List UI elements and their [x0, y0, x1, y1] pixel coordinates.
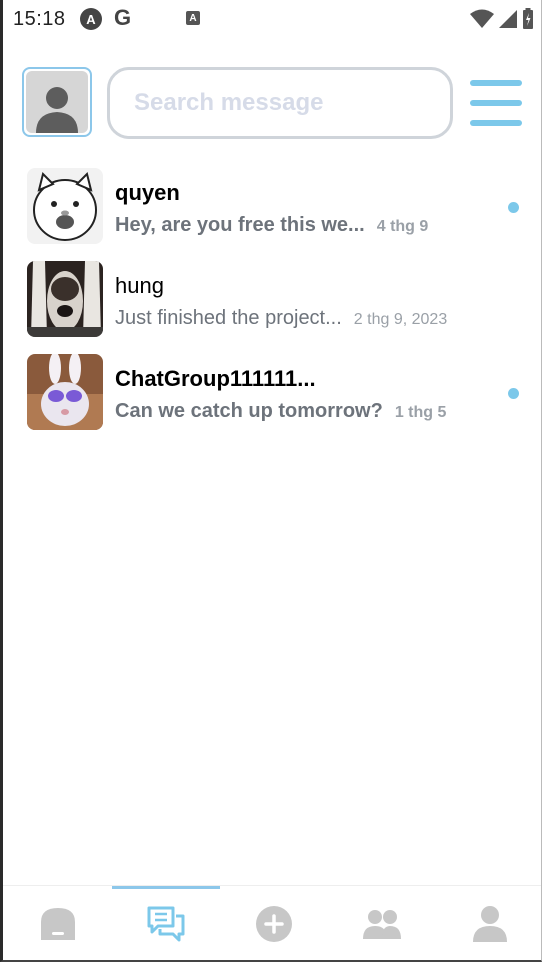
wifi-icon: [470, 9, 494, 28]
conversation-date: 4 thg 9: [376, 218, 429, 235]
preview-text: Can we catch up tomorrow?: [115, 400, 383, 422]
bunny-avatar-image: [27, 354, 103, 430]
conversation-avatar: [27, 168, 103, 244]
tab-add[interactable]: [220, 886, 328, 961]
status-time: 15:18: [13, 7, 66, 30]
conversation-avatar: [27, 261, 103, 337]
menu-line: [470, 80, 522, 86]
dog-avatar-image: [27, 261, 103, 337]
app-a-letter: A: [86, 11, 96, 27]
conversation-date: 1 thg 5: [394, 404, 447, 421]
person-silhouette-icon: [36, 87, 78, 133]
bottom-navigation: [3, 885, 541, 961]
conversation-item-quyen[interactable]: quyen Hey, are you free this we... 4 thg …: [27, 168, 527, 246]
tab-profile[interactable]: [436, 886, 542, 961]
app-a-notification-icon: A: [80, 8, 102, 30]
preview-text: Just finished the project...: [115, 307, 342, 329]
friends-icon: [363, 909, 401, 939]
user-avatar-button[interactable]: [22, 67, 92, 137]
menu-line: [470, 120, 522, 126]
search-placeholder: Search message: [134, 89, 324, 116]
conversation-preview: Just finished the project... 2 thg 9, 202…: [115, 307, 447, 330]
unread-dot: [508, 388, 519, 399]
avatar-placeholder: [26, 71, 88, 133]
tab-friends[interactable]: [328, 886, 436, 961]
font-app-letter: A: [189, 12, 197, 24]
cat-face-avatar-image: [27, 168, 103, 244]
tab-home[interactable]: [4, 886, 112, 961]
battery-icon: [523, 8, 533, 29]
unread-dot: [508, 202, 519, 213]
font-app-notification-icon: A: [186, 11, 200, 25]
conversation-name: ChatGroup111111...: [115, 366, 316, 391]
tab-messages[interactable]: [112, 886, 220, 961]
device-frame: [0, 0, 542, 962]
conversation-item-hung[interactable]: hung Just finished the project... 2 thg 9…: [27, 261, 527, 339]
conversation-preview: Hey, are you free this we... 4 thg 9: [115, 214, 428, 237]
conversation-name: quyen: [115, 180, 180, 205]
home-icon: [41, 907, 75, 940]
conversation-date: 2 thg 9, 2023: [353, 311, 448, 328]
profile-icon: [473, 905, 507, 942]
google-notification-icon: G: [114, 5, 131, 31]
preview-text: Hey, are you free this we...: [115, 214, 365, 236]
conversation-item-chatgroup[interactable]: ChatGroup111111... Can we catch up tomor…: [27, 354, 527, 432]
status-right-icons: [470, 8, 534, 30]
search-input[interactable]: Search message: [107, 67, 453, 139]
menu-button[interactable]: [470, 80, 522, 126]
signal-icon: [499, 10, 517, 28]
chat-bubbles-icon: [147, 906, 185, 941]
google-letter: G: [114, 5, 132, 30]
conversation-preview: Can we catch up tomorrow? 1 thg 5: [115, 400, 446, 423]
add-circle-icon: [256, 905, 292, 942]
conversation-name: hung: [115, 273, 164, 298]
menu-line: [470, 100, 522, 106]
conversation-avatar: [27, 354, 103, 430]
